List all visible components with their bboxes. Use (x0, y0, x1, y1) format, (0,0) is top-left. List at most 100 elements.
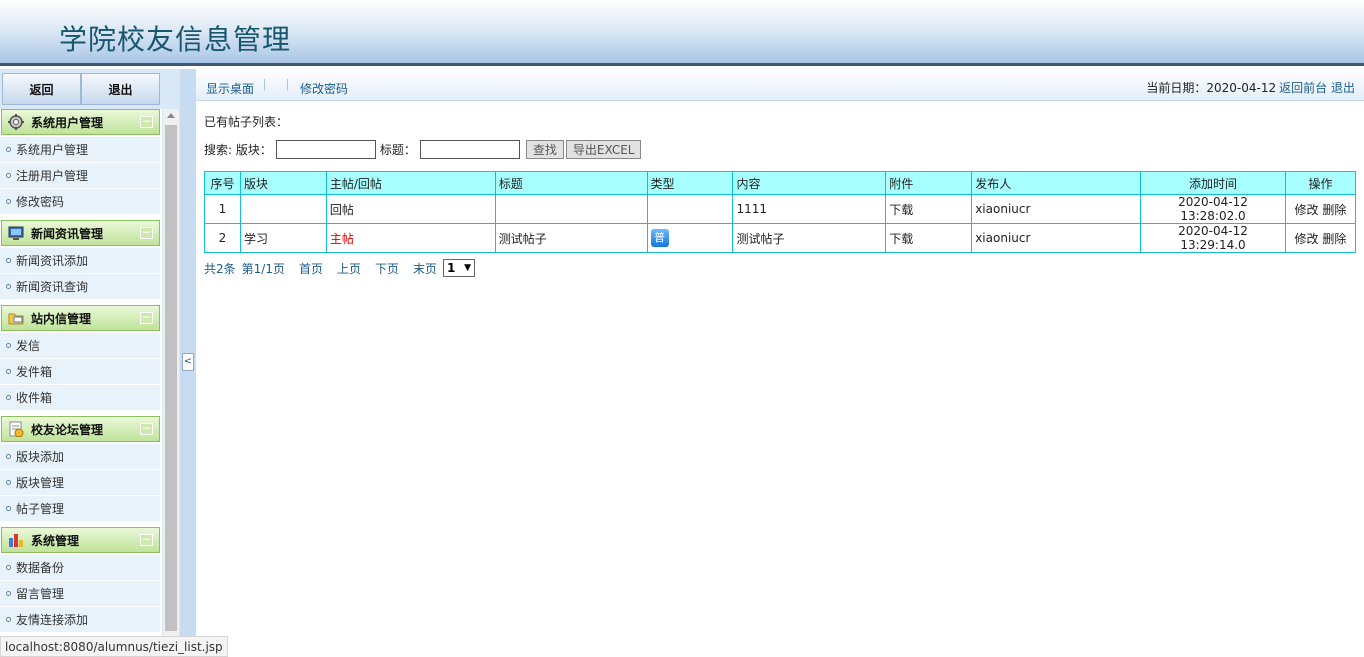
col-header: 操作 (1284, 171, 1357, 195)
menu-item-outbox[interactable]: 发件箱 (0, 359, 160, 385)
menu-group-messages[interactable]: 站内信管理 − (1, 305, 160, 331)
main-content: 已有帖子列表： 搜索: 版块： 标题： 查找 导出EXCEL 序号 版块 主帖/… (196, 101, 1364, 657)
menu-item-board-manage[interactable]: 版块管理 (0, 470, 160, 496)
menu-item-post-manage[interactable]: 帖子管理 (0, 496, 160, 522)
menu-item-send-mail[interactable]: 发信 (0, 333, 160, 359)
bullet-icon (6, 147, 11, 152)
search-button[interactable]: 查找 (525, 140, 564, 159)
page-select[interactable]: 1 ▼ (443, 259, 476, 277)
title-search-label: 标题： (379, 143, 416, 157)
cell-content: 1111 (732, 194, 887, 224)
cell-kind: 主帖 (325, 223, 496, 253)
cell-type (646, 194, 734, 224)
edit-link[interactable]: 修改 (1295, 232, 1319, 246)
menu-group-news[interactable]: 新闻资讯管理 − (1, 220, 160, 246)
folder-mail-icon (7, 309, 25, 327)
menu-panel: 系统用户管理 − 系统用户管理 注册用户管理 修改密码 新闻资讯管理 − 新闻资… (0, 109, 162, 639)
collapse-group-icon[interactable]: − (140, 115, 153, 128)
prev-page-link[interactable]: 上页 (337, 260, 361, 277)
pagination: 共2条 第1/1页 首页 上页 下页 末页 1 ▼ (204, 259, 476, 277)
cell-author: xiaoniucr (971, 194, 1142, 224)
scrollbar-thumb[interactable] (165, 125, 177, 631)
collapse-group-icon[interactable]: − (140, 226, 153, 239)
menu-item-label: 发信 (16, 339, 41, 353)
cell-board: 学习 (239, 223, 327, 253)
menu-item-label: 系统用户管理 (16, 143, 89, 157)
first-page-link[interactable]: 首页 (299, 260, 323, 277)
header-banner: 学院校友信息管理 (0, 0, 1364, 66)
menu-item-label: 发件箱 (16, 365, 53, 379)
dropdown-arrow-icon: ▼ (464, 263, 472, 273)
logout-button[interactable]: 退出 (81, 73, 160, 105)
normal-type-icon: 普 (650, 229, 669, 247)
menu-item-inbox[interactable]: 收件箱 (0, 385, 160, 411)
post-table: 序号 版块 主帖/回帖 标题 类型 内容 附件 发布人 添加时间 操作 1 回帖… (204, 171, 1357, 253)
menu-item-label: 数据备份 (16, 561, 65, 575)
menu-item-label: 帖子管理 (16, 502, 65, 516)
menu-item-label: 新闻资讯添加 (16, 254, 89, 268)
sidebar-scrollbar[interactable] (163, 109, 179, 657)
col-header: 发布人 (971, 171, 1142, 195)
menu-group-forum[interactable]: 校友论坛管理 − (1, 416, 160, 442)
menu-item-registered-user-manage[interactable]: 注册用户管理 (0, 163, 160, 189)
export-excel-button[interactable]: 导出EXCEL (565, 140, 642, 159)
collapse-group-icon[interactable]: − (140, 533, 153, 546)
scroll-up-icon[interactable] (167, 113, 175, 118)
delete-link[interactable]: 删除 (1322, 232, 1346, 246)
bullet-icon (6, 258, 11, 263)
bullet-icon (6, 173, 11, 178)
cell-no: 1 (204, 194, 241, 224)
board-search-input[interactable] (275, 140, 376, 159)
menu-item-label: 留言管理 (16, 587, 65, 601)
col-header: 版块 (239, 171, 327, 195)
cell-time: 2020-04-12 13:29:14.0 (1140, 223, 1286, 253)
bullet-icon (6, 506, 11, 511)
bullet-icon (6, 343, 11, 348)
edit-link[interactable]: 修改 (1295, 203, 1319, 217)
menu-item-board-add[interactable]: 版块添加 (0, 444, 160, 470)
menu-item-news-query[interactable]: 新闻资讯查询 (0, 274, 160, 300)
date-area: 当前日期：2020-04-12 返回前台 退出 (1146, 79, 1355, 96)
menu-item-system-user-manage[interactable]: 系统用户管理 (0, 137, 160, 163)
menu-group-system[interactable]: 系统管理 − (1, 527, 160, 553)
page-info: 第1/1页 (241, 261, 285, 276)
col-header: 标题 (494, 171, 648, 195)
show-desktop-link[interactable]: 显示桌面 (206, 80, 254, 97)
download-link[interactable]: 下载 (885, 194, 973, 224)
bullet-icon (6, 565, 11, 570)
bar-chart-icon (7, 531, 25, 549)
table-header-row: 序号 版块 主帖/回帖 标题 类型 内容 附件 发布人 添加时间 操作 (204, 171, 1357, 195)
gear-icon (7, 113, 25, 131)
sidebar-collapse-strip: < (180, 69, 196, 657)
collapse-sidebar-button[interactable]: < (182, 353, 194, 371)
download-link[interactable]: 下载 (885, 223, 973, 253)
bullet-icon (6, 480, 11, 485)
menu-item-news-add[interactable]: 新闻资讯添加 (0, 248, 160, 274)
top-logout-link[interactable]: 退出 (1331, 81, 1355, 95)
back-button[interactable]: 返回 (2, 73, 81, 105)
group-title: 系统管理 (31, 533, 80, 548)
col-header: 添加时间 (1140, 171, 1286, 195)
delete-link[interactable]: 删除 (1322, 203, 1346, 217)
bullet-icon (6, 454, 11, 459)
date-label: 当前日期： (1146, 81, 1207, 95)
title-search-input[interactable] (419, 140, 520, 159)
collapse-group-icon[interactable]: − (140, 422, 153, 435)
bullet-icon (6, 284, 11, 289)
cell-title (494, 194, 648, 224)
cell-content: 测试帖子 (732, 223, 887, 253)
menu-item-message-manage[interactable]: 留言管理 (0, 581, 160, 607)
change-password-link[interactable]: 修改密码 (300, 80, 348, 97)
bullet-icon (6, 395, 11, 400)
menu-group-system-users[interactable]: 系统用户管理 − (1, 109, 160, 135)
back-to-front-link[interactable]: 返回前台 (1279, 81, 1327, 95)
last-page-link[interactable]: 末页 (413, 260, 437, 277)
menu-item-change-password[interactable]: 修改密码 (0, 189, 160, 215)
search-form: 搜索: 版块： 标题： 查找 导出EXCEL (204, 140, 642, 159)
menu-item-link-add[interactable]: 友情连接添加 (0, 607, 160, 633)
collapse-group-icon[interactable]: − (140, 311, 153, 324)
menu-item-label: 版块管理 (16, 476, 65, 490)
next-page-link[interactable]: 下页 (375, 260, 399, 277)
menu-item-data-backup[interactable]: 数据备份 (0, 555, 160, 581)
site-title: 学院校友信息管理 (59, 23, 292, 56)
